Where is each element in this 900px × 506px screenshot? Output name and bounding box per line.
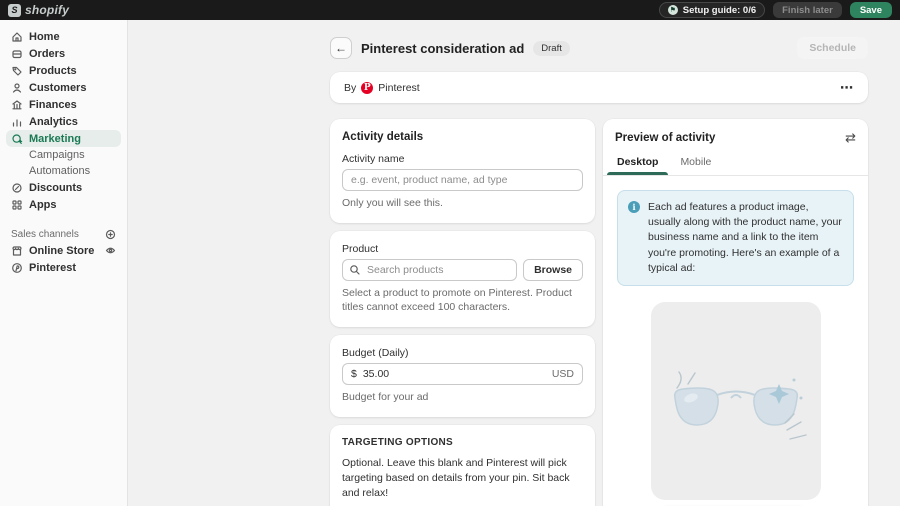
shopify-wordmark: shopify: [25, 3, 69, 17]
product-search-input[interactable]: [342, 259, 517, 281]
targeting-description: Optional. Leave this blank and Pinterest…: [342, 456, 583, 502]
byline-prefix: By: [344, 82, 356, 94]
marketing-icon: [11, 133, 23, 145]
budget-card: Budget (Daily) $ USD Budget for your ad: [330, 335, 595, 417]
sidebar-item-automations[interactable]: Automations: [6, 163, 121, 179]
view-store-eye-icon[interactable]: [105, 245, 116, 256]
sidebar: Home Orders Products Customers Finances …: [0, 20, 128, 506]
sidebar-item-pinterest[interactable]: Pinterest: [6, 259, 121, 276]
apps-icon: [11, 199, 23, 211]
currency-prefix: $: [351, 368, 357, 380]
pinterest-channel-icon: [11, 262, 23, 274]
sidebar-item-customers[interactable]: Customers: [6, 79, 121, 96]
status-badge: Draft: [533, 41, 570, 56]
byline-card: By P Pinterest ⋯: [330, 72, 868, 103]
info-text: Each ad features a product image, usuall…: [648, 200, 843, 276]
save-button[interactable]: Save: [850, 2, 892, 18]
pinterest-logo-icon: P: [361, 82, 373, 94]
sidebar-item-online-store[interactable]: Online Store: [6, 242, 121, 259]
page-header: ← Pinterest consideration ad Draft Sched…: [330, 36, 868, 60]
finish-later-button[interactable]: Finish later: [773, 2, 842, 18]
activity-details-heading: Activity details: [342, 131, 583, 143]
finances-icon: [11, 99, 23, 111]
browse-button[interactable]: Browse: [523, 259, 583, 281]
activity-name-label: Activity name: [342, 153, 583, 165]
sidebar-item-apps[interactable]: Apps: [6, 196, 121, 213]
sidebar-item-analytics[interactable]: Analytics: [6, 113, 121, 130]
preview-card: Preview of activity ⇄ Desktop Mobile i E…: [603, 119, 868, 506]
setup-guide-label: Setup guide: 0/6: [683, 5, 756, 16]
budget-label: Budget (Daily): [342, 347, 583, 359]
targeting-card: TARGETING OPTIONS Optional. Leave this b…: [330, 425, 595, 506]
discounts-icon: [11, 182, 23, 194]
home-icon: [11, 31, 23, 43]
shopify-logo[interactable]: S shopify: [8, 3, 69, 17]
product-label: Product: [342, 243, 583, 255]
budget-input[interactable]: [363, 368, 552, 380]
sidebar-item-marketing[interactable]: Marketing: [6, 130, 121, 147]
sidebar-item-finances[interactable]: Finances: [6, 96, 121, 113]
page-title: Pinterest consideration ad: [361, 41, 524, 56]
shopify-bag-icon: S: [8, 4, 21, 17]
sidebar-item-home[interactable]: Home: [6, 28, 121, 45]
ad-preview: ↗ Your product title here Promoted by: [651, 302, 821, 506]
setup-guide-button[interactable]: ⚑ Setup guide: 0/6: [659, 2, 765, 18]
swap-preview-icon[interactable]: ⇄: [845, 131, 856, 144]
orders-icon: [11, 48, 23, 60]
main-area: ← Pinterest consideration ad Draft Sched…: [129, 20, 900, 506]
byline-name: Pinterest: [378, 82, 419, 94]
back-button[interactable]: ←: [330, 37, 352, 59]
preview-heading: Preview of activity: [615, 132, 715, 144]
sunglasses-illustration: [651, 302, 821, 500]
activity-name-input[interactable]: [342, 169, 583, 191]
search-icon: [349, 264, 361, 276]
storefront-icon: [11, 245, 23, 257]
schedule-button[interactable]: Schedule: [797, 37, 868, 59]
sidebar-item-products[interactable]: Products: [6, 62, 121, 79]
tab-mobile[interactable]: Mobile: [678, 152, 713, 175]
topbar: S shopify ⚑ Setup guide: 0/6 Finish late…: [0, 0, 900, 20]
sales-channels-header: Sales channels: [6, 227, 121, 242]
sidebar-item-orders[interactable]: Orders: [6, 45, 121, 62]
ad-product-image: [651, 302, 821, 500]
flag-icon: ⚑: [668, 5, 678, 15]
analytics-icon: [11, 116, 23, 128]
add-sales-channel-icon[interactable]: [105, 229, 116, 240]
products-icon: [11, 65, 23, 77]
sidebar-item-discounts[interactable]: Discounts: [6, 179, 121, 196]
more-actions-icon[interactable]: ⋯: [840, 80, 854, 96]
customers-icon: [11, 82, 23, 94]
targeting-heading: TARGETING OPTIONS: [342, 437, 583, 448]
back-arrow-icon: ←: [335, 41, 347, 55]
product-helper: Select a product to promote on Pinterest…: [342, 286, 583, 315]
activity-details-card: Activity details Activity name Only you …: [330, 119, 595, 223]
sidebar-item-campaigns[interactable]: Campaigns: [6, 147, 121, 163]
activity-name-helper: Only you will see this.: [342, 196, 583, 211]
info-banner: i Each ad features a product image, usua…: [617, 190, 854, 286]
tab-desktop[interactable]: Desktop: [615, 152, 660, 175]
budget-helper: Budget for your ad: [342, 390, 583, 405]
currency-suffix: USD: [552, 368, 574, 380]
info-icon: i: [628, 201, 640, 213]
budget-input-group: $ USD: [342, 363, 583, 385]
preview-tabs: Desktop Mobile: [603, 152, 868, 176]
product-card: Product Browse Select a product to promo…: [330, 231, 595, 327]
